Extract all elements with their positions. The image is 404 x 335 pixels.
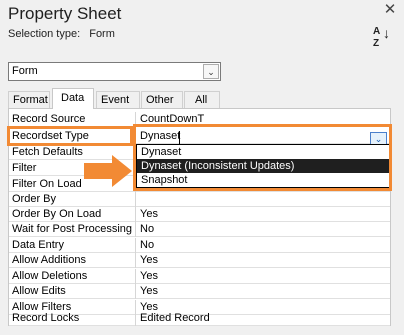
- callout-box-recordset-label: [7, 126, 133, 146]
- selection-type: Selection type: Form: [8, 28, 115, 40]
- property-value[interactable]: [137, 192, 390, 207]
- sort-icon-z: Z: [373, 38, 380, 49]
- property-value[interactable]: No: [137, 238, 390, 253]
- property-row[interactable]: Wait for Post Processing No: [9, 222, 390, 237]
- property-value[interactable]: Yes: [137, 207, 390, 222]
- sort-az-icon[interactable]: A Z ↓: [370, 26, 392, 50]
- property-value[interactable]: Edited Record: [137, 311, 390, 326]
- tab-other[interactable]: Other: [141, 91, 183, 108]
- property-value[interactable]: Yes: [137, 253, 390, 268]
- property-value[interactable]: Yes: [137, 269, 390, 284]
- callout-arrow-icon: [84, 155, 132, 187]
- chevron-down-icon[interactable]: ⌄: [203, 64, 219, 79]
- tab-data[interactable]: Data: [52, 88, 94, 109]
- tab-format[interactable]: Format: [8, 91, 50, 108]
- property-row[interactable]: Record Locks Edited Record: [9, 311, 390, 326]
- property-row[interactable]: Data Entry No: [9, 238, 390, 253]
- selection-type-value: Form: [89, 28, 115, 40]
- window-title: Property Sheet: [8, 4, 122, 23]
- tab-event[interactable]: Event: [96, 91, 140, 108]
- callout-box-dropdown: [133, 124, 392, 191]
- selection-type-label: Selection type:: [8, 28, 81, 40]
- sort-icon-arrow: ↓: [383, 25, 390, 41]
- object-selector[interactable]: Form ⌄: [8, 62, 221, 81]
- property-value[interactable]: Yes: [137, 284, 390, 299]
- property-name: Record Locks: [9, 311, 136, 326]
- object-selector-value: Form: [12, 65, 38, 77]
- close-icon[interactable]: ✕: [380, 0, 400, 18]
- property-name: Allow Additions: [9, 253, 136, 268]
- tab-strip: Format Data Event Other All: [8, 88, 220, 109]
- property-name: Record Source: [9, 112, 136, 127]
- property-row[interactable]: Order By On Load Yes: [9, 207, 390, 222]
- property-row[interactable]: Allow Deletions Yes: [9, 269, 390, 284]
- tab-all[interactable]: All: [184, 91, 220, 108]
- sort-icon-a: A: [373, 26, 381, 37]
- property-value[interactable]: No: [137, 222, 390, 237]
- property-row[interactable]: Allow Edits Yes: [9, 284, 390, 299]
- property-name: Data Entry: [9, 238, 136, 253]
- property-row[interactable]: Order By: [9, 192, 390, 207]
- property-name: Allow Edits: [9, 284, 136, 299]
- property-name: Order By: [9, 192, 136, 207]
- property-row[interactable]: Allow Additions Yes: [9, 253, 390, 268]
- property-name: Allow Deletions: [9, 269, 136, 284]
- property-name: Order By On Load: [9, 207, 136, 222]
- property-name: Wait for Post Processing: [9, 222, 136, 237]
